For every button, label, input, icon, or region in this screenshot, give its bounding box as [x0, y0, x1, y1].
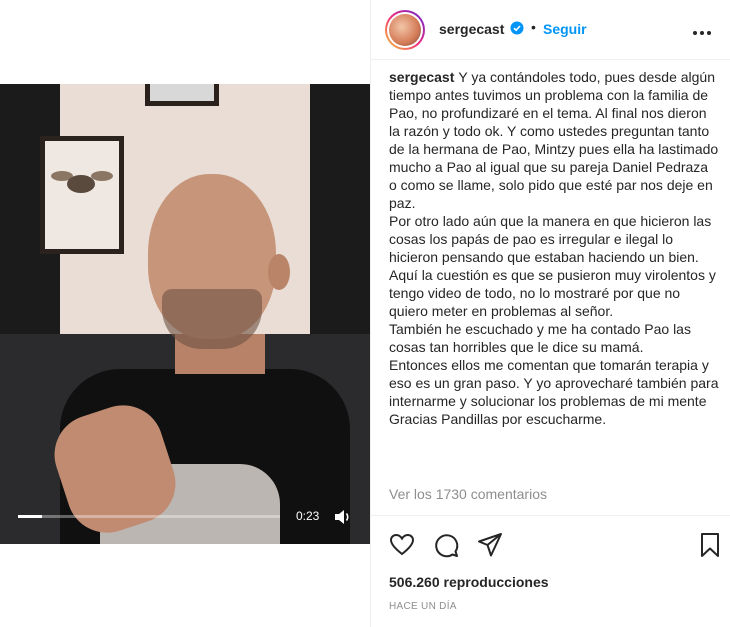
action-bar — [371, 515, 730, 565]
person-ear — [268, 254, 290, 290]
caption-username[interactable]: sergecast — [389, 69, 454, 85]
more-options-icon[interactable] — [693, 22, 717, 36]
verified-badge-icon — [510, 21, 524, 35]
header-separator: • — [531, 19, 536, 35]
insect-wing — [91, 171, 113, 181]
volume-icon[interactable] — [334, 509, 352, 525]
video-progress-fill — [18, 515, 42, 518]
share-icon[interactable] — [477, 532, 503, 558]
caption-text: Y ya contándoles todo, pues desde algún … — [389, 69, 719, 427]
follow-button[interactable]: Seguir — [543, 21, 587, 37]
comment-icon[interactable] — [433, 532, 459, 558]
post-header: sergecast • Seguir — [371, 0, 730, 60]
avatar[interactable] — [385, 10, 425, 50]
person-beard — [162, 289, 262, 349]
avatar-image — [389, 14, 421, 46]
header-username[interactable]: sergecast — [439, 21, 504, 37]
media-area: 0:23 — [0, 0, 370, 627]
insect-body — [67, 175, 95, 193]
view-comments-link[interactable]: Ver los 1730 comentarios — [389, 486, 547, 502]
bookmark-icon[interactable] — [697, 532, 723, 558]
view-count[interactable]: 506.260 reproducciones — [389, 574, 549, 590]
post-caption: sergecast Y ya contándoles todo, pues des… — [389, 68, 719, 428]
heart-icon[interactable] — [389, 532, 415, 558]
post-date: HACE UN DÍA — [389, 601, 457, 612]
video-time: 0:23 — [296, 509, 320, 523]
wall-picture-insect — [40, 136, 124, 254]
video-player[interactable]: 0:23 — [0, 84, 370, 544]
video-progress-bar[interactable] — [18, 515, 280, 518]
post-panel: sergecast • Seguir sergecast Y ya contánd… — [370, 0, 730, 627]
wall-picture — [145, 84, 219, 106]
